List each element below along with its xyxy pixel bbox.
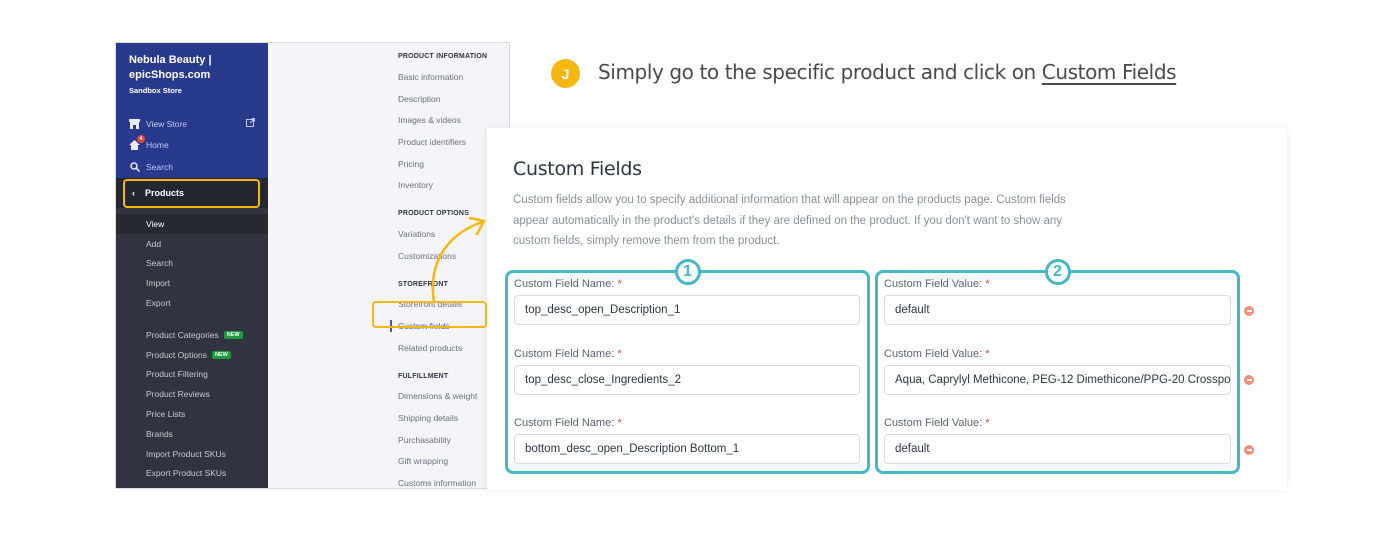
custom-field-name-input[interactable]: top_desc_open_Description_1 <box>514 295 860 325</box>
sidebar-item-home[interactable]: 4 Home <box>129 134 255 157</box>
submenu-item-product-categories[interactable]: Product Categories NEW <box>116 325 268 345</box>
home-label: Home <box>146 140 169 151</box>
sidebar-header: Nebula Beauty | epicShops.com Sandbox St… <box>116 43 268 178</box>
curved-arrow-icon <box>431 216 486 304</box>
product-categories-label: Product Categories <box>146 329 219 340</box>
panel-title: Custom Fields <box>513 158 642 180</box>
instruction-body: Simply go to the specific product and cl… <box>598 60 1042 84</box>
section-product-information: PRODUCT INFORMATION <box>398 53 488 60</box>
sidebar: Nebula Beauty | epicShops.com Sandbox St… <box>116 43 268 488</box>
store-name-line1: Nebula Beauty | <box>129 54 212 66</box>
required-mark: * <box>985 348 990 360</box>
required-mark: * <box>617 278 622 290</box>
group-number-2: 2 <box>1044 259 1071 285</box>
field-name-label: Custom Field Name: * <box>514 348 622 360</box>
custom-field-value-input[interactable]: Aqua, Caprylyl Methicone, PEG-12 Dimethi… <box>884 365 1231 395</box>
group-number-1: 1 <box>674 259 701 285</box>
submenu-item-brands[interactable]: Brands <box>116 424 268 444</box>
submenu-item-import[interactable]: Import <box>116 273 268 293</box>
label-text: Custom Field Value: <box>884 348 983 360</box>
required-mark: * <box>985 278 990 290</box>
sidebar-item-search[interactable]: Search <box>129 156 255 178</box>
panel-description: Custom fields allow you to specify addit… <box>513 194 1066 247</box>
notification-badge: 4 <box>137 134 145 143</box>
remove-field-icon[interactable] <box>1244 306 1254 316</box>
new-badge: NEW <box>223 330 243 339</box>
required-mark: * <box>617 417 622 429</box>
subnav-basic-information[interactable]: Basic information <box>398 66 509 88</box>
subnav-description[interactable]: Description <box>398 88 509 110</box>
submenu-item-export-skus[interactable]: Export Product SKUs <box>116 464 268 484</box>
external-link-icon[interactable] <box>246 118 255 129</box>
custom-field-name-input[interactable]: top_desc_close_Ingredients_2 <box>514 365 860 395</box>
new-badge: NEW <box>211 350 231 359</box>
search-label: Search <box>146 161 173 172</box>
store-icon <box>129 118 140 129</box>
submenu-item-price-lists[interactable]: Price Lists <box>116 404 268 424</box>
field-name-label: Custom Field Name: * <box>514 417 622 429</box>
home-icon: 4 <box>129 134 145 151</box>
required-mark: * <box>617 348 622 360</box>
products-submenu: View Add Search Import Export Product Ca… <box>116 208 268 483</box>
store-subtitle: Sandbox Store <box>129 86 182 95</box>
remove-field-icon[interactable] <box>1244 375 1254 385</box>
submenu-item-product-filtering[interactable]: Product Filtering <box>116 365 268 385</box>
search-icon <box>129 161 140 172</box>
custom-field-value-input[interactable]: default <box>884 295 1231 325</box>
field-value-label: Custom Field Value: * <box>884 278 990 290</box>
label-text: Custom Field Name: <box>514 417 615 429</box>
submenu-item-add[interactable]: Add <box>116 234 268 254</box>
custom-field-value-input[interactable]: default <box>884 434 1231 464</box>
products-highlight-box <box>123 179 260 208</box>
instruction-text: Simply go to the specific product and cl… <box>598 60 1177 84</box>
submenu-item-export[interactable]: Export <box>116 293 268 313</box>
custom-field-name-input[interactable]: bottom_desc_open_Description Bottom_1 <box>514 434 860 464</box>
step-badge: J <box>551 59 580 88</box>
field-value-label: Custom Field Value: * <box>884 417 990 429</box>
store-name-line2: epicShops.com <box>129 69 211 81</box>
label-text: Custom Field Value: <box>884 417 983 429</box>
field-value-label: Custom Field Value: * <box>884 348 990 360</box>
label-text: Custom Field Name: <box>514 348 615 360</box>
required-mark: * <box>985 417 990 429</box>
submenu-item-product-reviews[interactable]: Product Reviews <box>116 384 268 404</box>
submenu-item-view[interactable]: View <box>116 214 268 234</box>
sidebar-item-view-store[interactable]: View Store <box>129 113 255 135</box>
custom-fields-panel: Custom Fields Custom fields allow you to… <box>487 128 1287 490</box>
submenu-item-import-skus[interactable]: Import Product SKUs <box>116 444 268 464</box>
custom-fields-highlight-box <box>372 301 487 328</box>
label-text: Custom Field Name: <box>514 278 615 290</box>
submenu-item-search[interactable]: Search <box>116 254 268 274</box>
remove-field-icon[interactable] <box>1244 445 1254 455</box>
custom-fields-link[interactable]: Custom Fields <box>1042 60 1177 84</box>
field-name-label: Custom Field Name: * <box>514 278 622 290</box>
product-options-label: Product Options <box>146 349 207 360</box>
view-store-label: View Store <box>146 118 187 129</box>
label-text: Custom Field Value: <box>884 278 983 290</box>
submenu-item-product-options[interactable]: Product Options NEW <box>116 345 268 365</box>
